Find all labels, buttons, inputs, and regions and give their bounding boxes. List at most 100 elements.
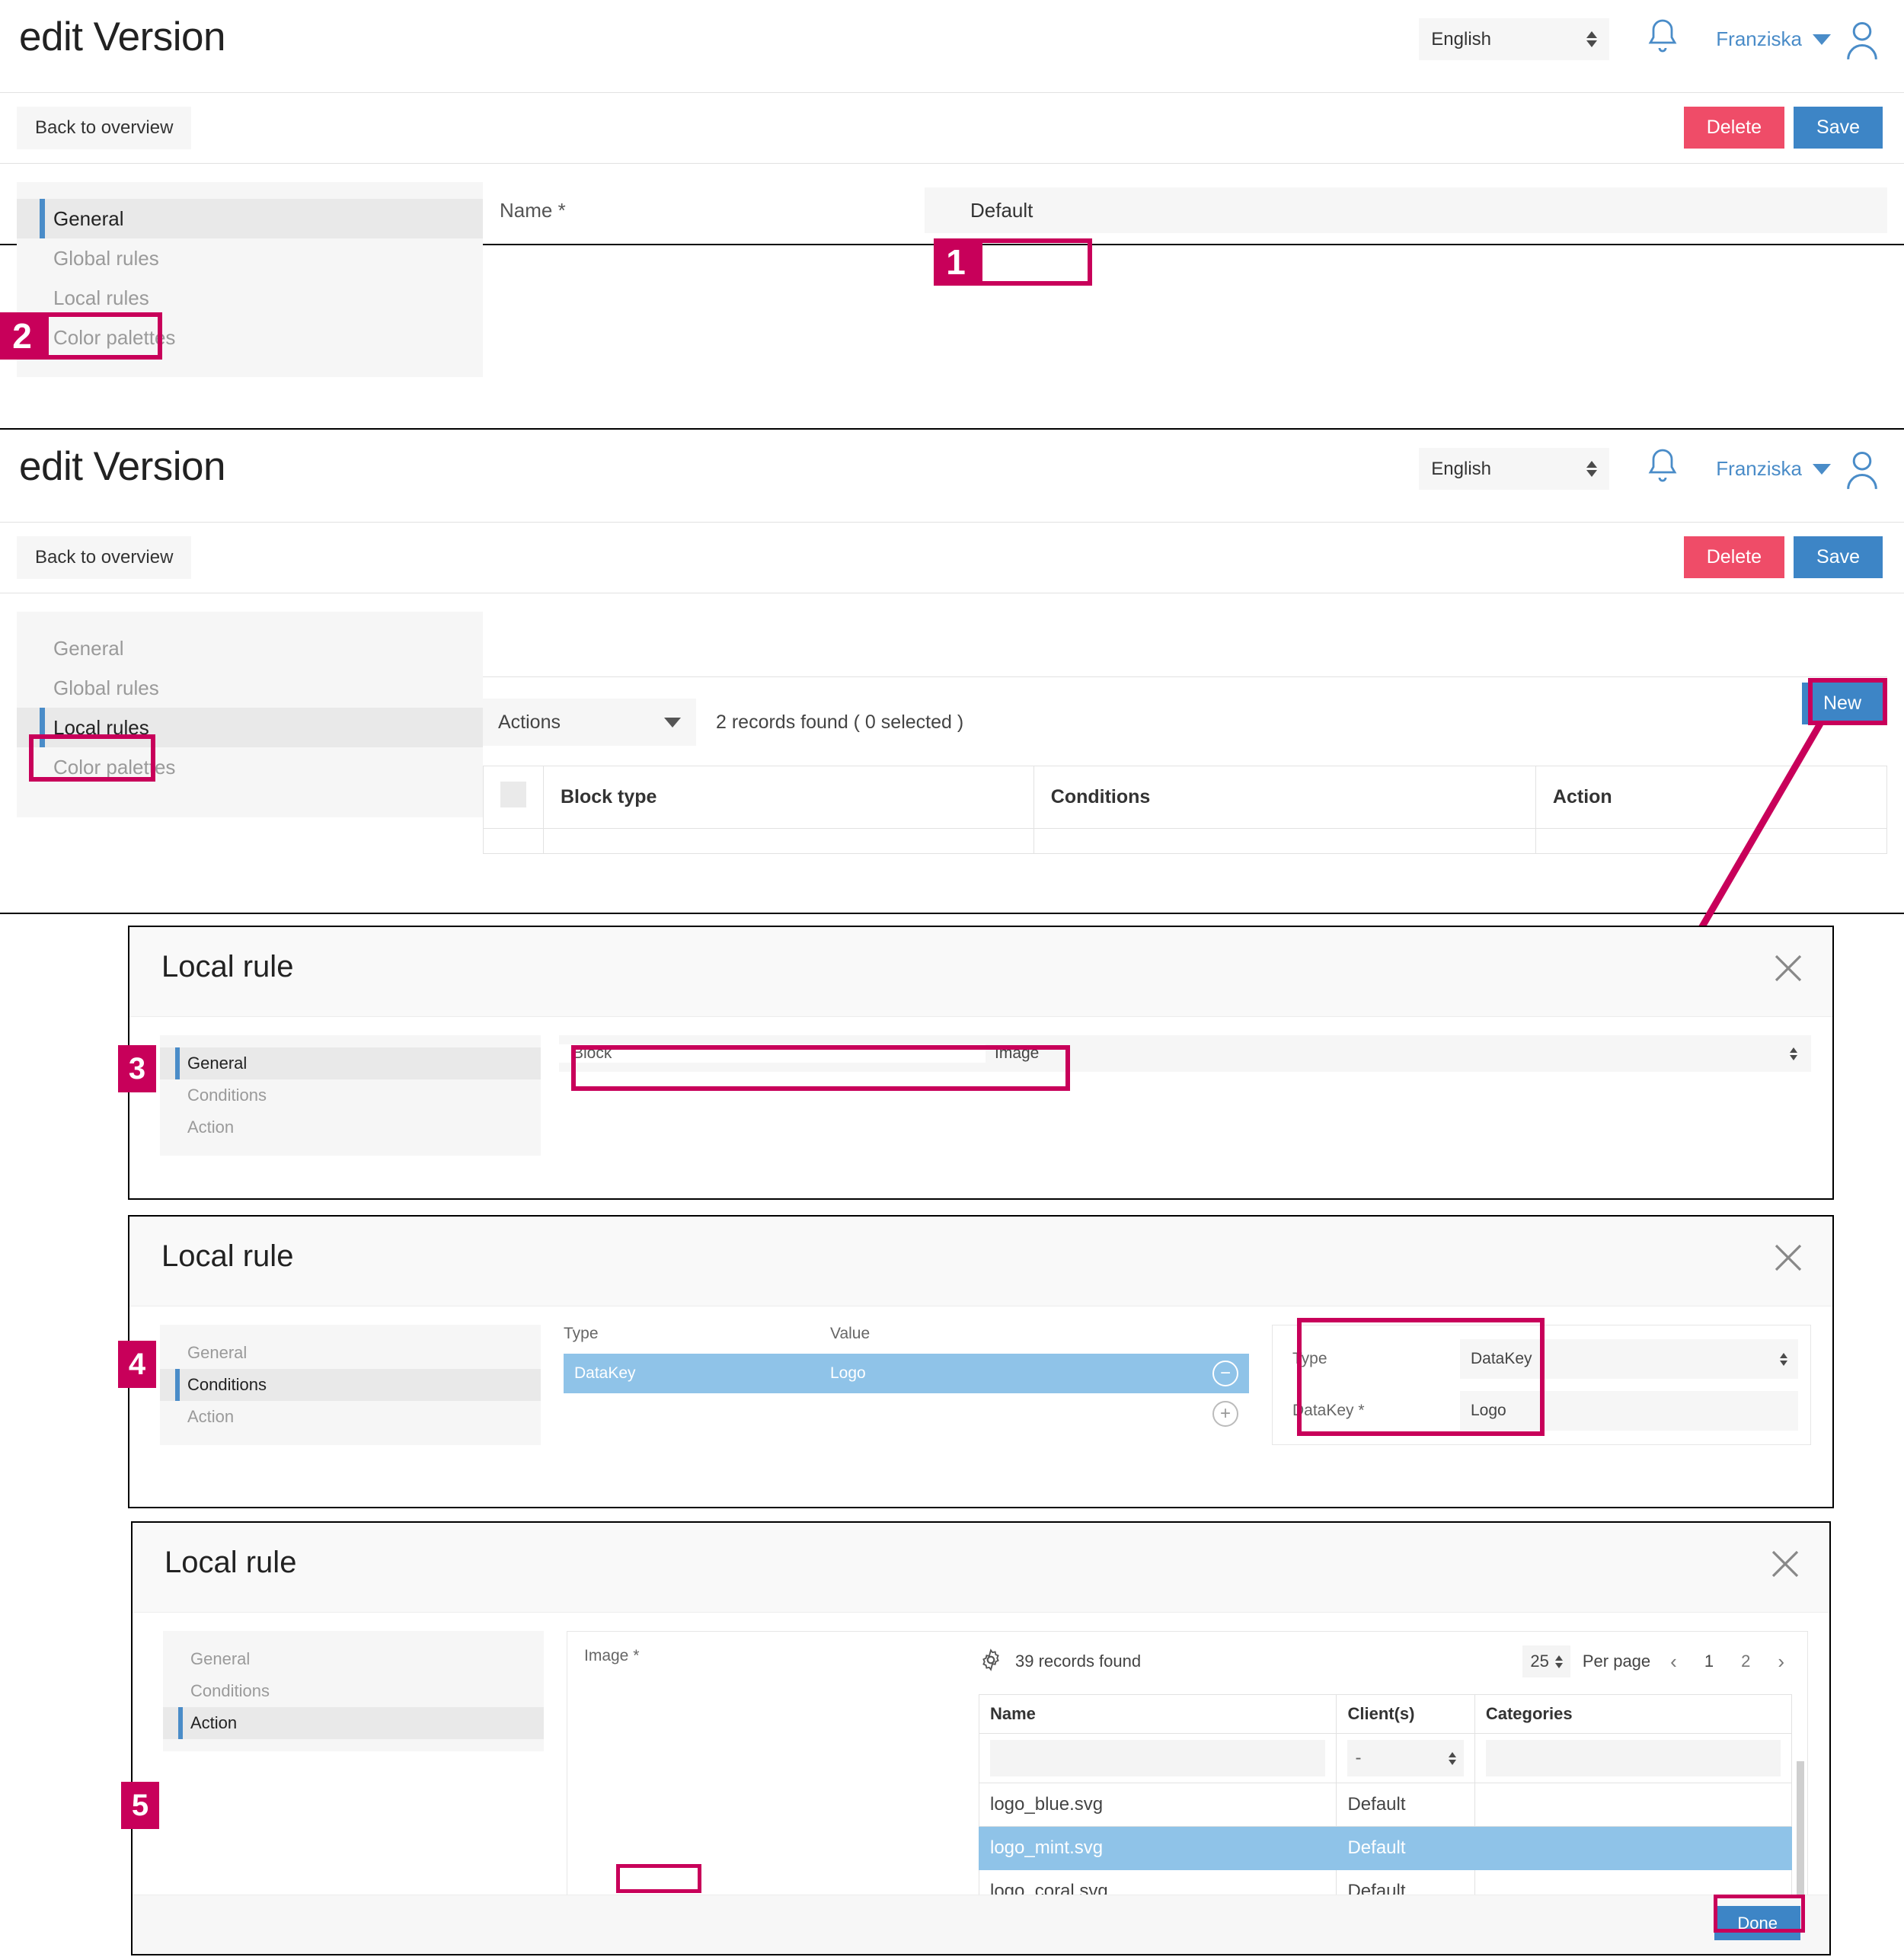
next-page-icon[interactable]: › — [1770, 1650, 1792, 1674]
dialog-tab-conditions[interactable]: Conditions — [160, 1079, 541, 1111]
dialog-header: Local rule — [133, 1523, 1829, 1613]
dialog-tab-label: Conditions — [187, 1086, 267, 1105]
user-menu[interactable]: Franziska — [1716, 448, 1883, 491]
image-records-found-label: 39 records found — [1015, 1652, 1141, 1671]
spinner-icon — [1780, 1353, 1787, 1366]
actions-dropdown[interactable]: Actions — [483, 699, 696, 746]
panel2-body: General Global rules Local rules Color p… — [0, 593, 1904, 854]
sidebar-item-color-palettes[interactable]: Color palettes — [17, 318, 483, 357]
sidebar-nav: General Global rules Local rules Color p… — [17, 182, 483, 377]
screenshot-root: edit Version English Franziska Back to o… — [0, 0, 1904, 1957]
toolbar-2: Back to overview Delete Save — [0, 523, 1904, 593]
close-icon[interactable] — [1773, 1242, 1803, 1273]
delete-button[interactable]: Delete — [1684, 536, 1784, 578]
chevron-down-icon — [1813, 464, 1831, 475]
delete-button[interactable]: Delete — [1684, 107, 1784, 149]
notification-bell-icon[interactable] — [1644, 446, 1681, 491]
language-select[interactable]: English — [1419, 18, 1609, 60]
close-icon[interactable] — [1773, 953, 1803, 983]
column-name: Name — [979, 1695, 1337, 1734]
app-header: edit Version English Franziska — [0, 0, 1904, 93]
sidebar-item-general[interactable]: General — [17, 628, 483, 668]
dialog-tab-conditions[interactable]: Conditions — [163, 1675, 544, 1707]
detail-type-select[interactable]: DataKey — [1460, 1339, 1798, 1379]
close-icon[interactable] — [1770, 1549, 1800, 1579]
dialog-tab-label: Action — [187, 1118, 234, 1137]
filter-name-input[interactable] — [990, 1740, 1325, 1776]
sidebar-item-local-rules[interactable]: Local rules — [17, 278, 483, 318]
dialog-sidebar: General Conditions Action — [163, 1631, 544, 1751]
done-button[interactable]: Done — [1714, 1906, 1800, 1940]
sidebar-item-global-rules[interactable]: Global rules — [17, 668, 483, 708]
dialog-tab-label: Conditions — [190, 1681, 270, 1701]
image-categories-cell — [1474, 1827, 1791, 1870]
dialog-local-rule-action: Local rule General Conditions Action Ima… — [131, 1521, 1831, 1955]
sidebar-item-color-palettes[interactable]: Color palettes — [17, 747, 483, 787]
table-filter-row: - — [979, 1734, 1792, 1783]
dialog-tab-general[interactable]: General — [160, 1337, 541, 1369]
user-menu[interactable]: Franziska — [1716, 18, 1883, 61]
back-to-overview-button[interactable]: Back to overview — [17, 107, 191, 149]
table-row[interactable]: logo_blue.svg Default — [979, 1783, 1792, 1827]
language-select-value: English — [1431, 459, 1491, 480]
block-select-value[interactable]: Image — [986, 1044, 1790, 1063]
callout-badge-1: 1 — [934, 238, 978, 286]
name-label: Name * — [483, 199, 925, 222]
filter-client-select[interactable]: - — [1347, 1740, 1463, 1776]
conditions-column-type: Type — [564, 1325, 830, 1343]
image-name-cell: logo_blue.svg — [979, 1783, 1337, 1827]
checkbox-icon[interactable] — [500, 782, 526, 807]
sidebar-item-label: General — [53, 637, 124, 660]
prev-page-icon[interactable]: ‹ — [1663, 1650, 1685, 1674]
detail-datakey-input[interactable]: Logo — [1460, 1391, 1798, 1431]
filter-categories-input[interactable] — [1486, 1740, 1781, 1776]
dialog-title: Local rule — [129, 1217, 1832, 1274]
settings-gear-icon[interactable] — [979, 1648, 1003, 1676]
table-header-row: Block type Conditions Action — [484, 766, 1887, 829]
sidebar-item-global-rules[interactable]: Global rules — [17, 238, 483, 278]
spinner-icon — [1586, 461, 1597, 477]
image-categories-cell — [1474, 1783, 1791, 1827]
condition-row[interactable]: DataKey Logo − — [564, 1354, 1249, 1393]
dialog-tab-action[interactable]: Action — [160, 1401, 541, 1433]
block-label: Block — [559, 1044, 986, 1063]
dialog-tab-action[interactable]: Action — [163, 1707, 544, 1739]
toolbar: Back to overview Delete Save — [0, 93, 1904, 164]
dialog-tab-label: General — [187, 1343, 247, 1363]
column-block-type: Block type — [544, 766, 1034, 829]
records-found-label: 2 records found ( 0 selected ) — [716, 711, 963, 734]
dialog-tab-general[interactable]: General — [163, 1643, 544, 1675]
remove-condition-icon[interactable]: − — [1212, 1361, 1238, 1386]
detail-datakey-label: DataKey * — [1285, 1402, 1460, 1420]
save-button[interactable]: Save — [1794, 107, 1883, 149]
notification-bell-icon[interactable] — [1644, 17, 1681, 62]
page-2-link[interactable]: 2 — [1733, 1652, 1758, 1671]
panel-local-rules: edit Version English Franziska Back to o… — [0, 428, 1904, 914]
back-to-overview-button[interactable]: Back to overview — [17, 536, 191, 579]
select-all-checkbox-cell[interactable] — [484, 766, 544, 829]
dialog-local-rule-general: Local rule General Conditions Action Blo… — [128, 926, 1834, 1200]
table-row[interactable]: logo_mint.svg Default — [979, 1827, 1792, 1870]
sidebar-item-general[interactable]: General — [17, 199, 483, 238]
page-title: edit Version — [19, 446, 225, 487]
dialog-tab-label: General — [187, 1054, 247, 1073]
dialog-tab-conditions[interactable]: Conditions — [160, 1369, 541, 1401]
image-field-label: Image * — [584, 1647, 639, 1665]
image-name-cell: logo_mint.svg — [979, 1827, 1337, 1870]
header-right-controls: English Franziska — [1419, 17, 1883, 62]
save-button[interactable]: Save — [1794, 536, 1883, 578]
sidebar-item-local-rules[interactable]: Local rules — [17, 708, 483, 747]
column-categories: Categories — [1474, 1695, 1791, 1734]
add-condition-icon[interactable]: + — [1212, 1401, 1238, 1427]
language-select[interactable]: English — [1419, 448, 1609, 490]
new-button[interactable]: New — [1802, 683, 1883, 724]
per-page-select[interactable]: 25 — [1522, 1645, 1570, 1677]
dialog-tab-action[interactable]: Action — [160, 1111, 541, 1143]
table-row[interactable] — [484, 829, 1887, 854]
dialog-tab-general[interactable]: General — [160, 1047, 541, 1079]
sidebar-item-label: Global rules — [53, 676, 159, 700]
name-input[interactable]: Default — [925, 187, 1887, 233]
sidebar-item-label: General — [53, 207, 124, 231]
page-1-link[interactable]: 1 — [1697, 1652, 1721, 1671]
dialog-scrollbar[interactable] — [1797, 1761, 1804, 1909]
